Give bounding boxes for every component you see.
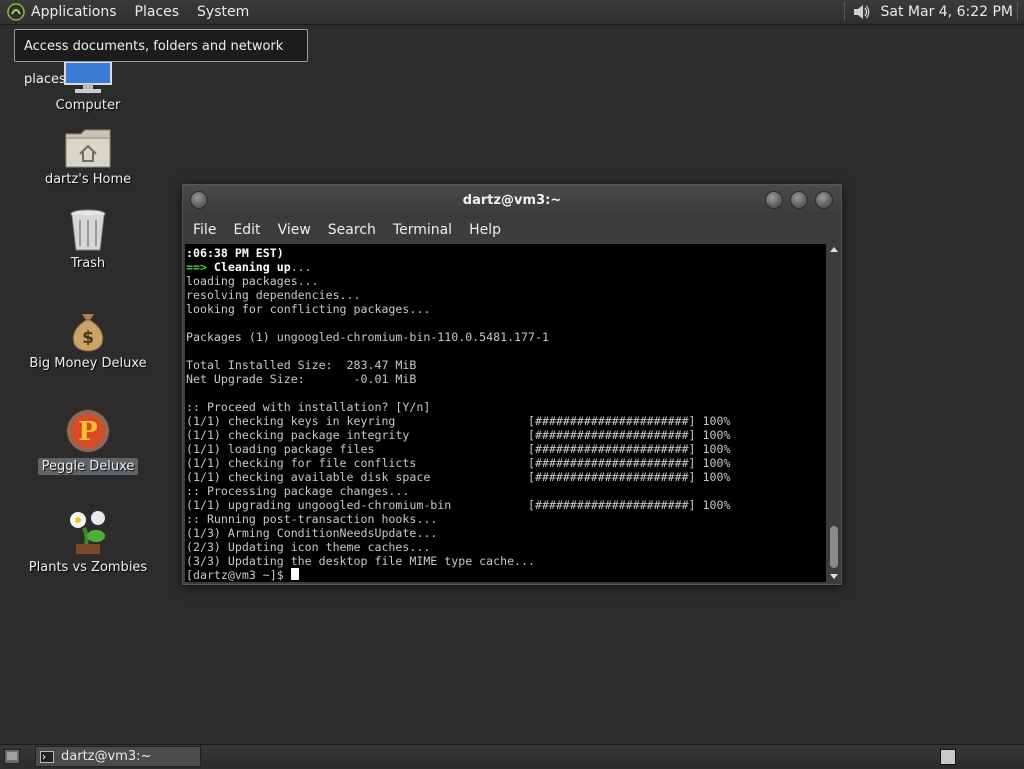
bottom-panel: dartz@vm3:~ xyxy=(0,744,1024,769)
terminal-menubar: File Edit View Search Terminal Help xyxy=(183,217,841,243)
terminal-window[interactable]: dartz@vm3:~ File Edit View Search Termin… xyxy=(182,184,842,585)
places-menu[interactable]: Places xyxy=(135,4,180,20)
svg-text:$: $ xyxy=(82,328,94,348)
menu-view[interactable]: View xyxy=(278,222,311,238)
top-panel: Applications Places System Sat Mar 4, 6:… xyxy=(0,0,1024,25)
desktop-icon-computer[interactable]: Computer xyxy=(13,62,163,114)
svg-text:P: P xyxy=(78,417,98,447)
desktop-icon-label: Peggle Deluxe xyxy=(38,458,139,475)
plants-icon xyxy=(64,506,112,556)
terminal-cursor xyxy=(291,568,299,580)
terminal-line: (1/3) Arming ConditionNeedsUpdate... xyxy=(186,526,437,540)
desktop-icon-big-money[interactable]: $ Big Money Deluxe xyxy=(13,310,163,372)
scroll-up-arrow-icon[interactable] xyxy=(830,247,838,252)
terminal-line: Net Upgrade Size: -0.01 MiB xyxy=(186,372,416,386)
peggle-icon: P xyxy=(64,407,112,455)
minimize-button[interactable] xyxy=(765,191,783,209)
home-folder-icon xyxy=(65,128,111,168)
terminal-line: resolving dependencies... xyxy=(186,288,361,302)
panel-separator xyxy=(844,3,847,21)
panel-tray: Sat Mar 4, 6:22 PM xyxy=(844,0,1024,24)
terminal-line: (1/1) upgrading ungoogled-chromium-bin [… xyxy=(186,498,730,512)
mate-logo-icon[interactable] xyxy=(7,3,25,21)
clock[interactable]: Sat Mar 4, 6:22 PM xyxy=(881,4,1014,20)
computer-icon xyxy=(63,62,113,94)
terminal-output[interactable]: :06:38 PM EST) ==> Cleaning up... loadin… xyxy=(185,244,826,582)
terminal-line: Packages (1) ungoogled-chromium-bin-110.… xyxy=(186,330,549,344)
panel-separator xyxy=(1017,3,1020,21)
close-button[interactable] xyxy=(815,191,833,209)
applications-menu[interactable]: Applications xyxy=(31,4,117,20)
money-bag-icon: $ xyxy=(68,310,108,352)
terminal-scrollbar[interactable] xyxy=(828,244,840,582)
desktop-icon-label: Big Money Deluxe xyxy=(25,355,150,372)
maximize-button[interactable] xyxy=(790,191,808,209)
desktop-icon-trash[interactable]: Trash xyxy=(13,208,163,272)
desktop-icon-label: Plants vs Zombies xyxy=(25,559,151,576)
terminal-prompt: [dartz@vm3 ~]$ xyxy=(186,568,291,582)
desktop-icon-home[interactable]: dartz's Home xyxy=(13,128,163,188)
workspace-switcher[interactable] xyxy=(940,749,956,765)
places-tooltip: Access documents, folders and network pl… xyxy=(14,29,308,62)
menu-file[interactable]: File xyxy=(193,222,216,238)
desktop-icon-peggle[interactable]: P Peggle Deluxe xyxy=(13,407,163,475)
desktop-icon-label: Computer xyxy=(52,97,125,114)
menu-edit[interactable]: Edit xyxy=(233,222,260,238)
window-title: dartz@vm3:~ xyxy=(183,193,841,208)
terminal-line: (1/1) checking for file conflicts [#####… xyxy=(186,456,730,470)
taskbar-button-label: dartz@vm3:~ xyxy=(61,749,151,764)
terminal-line-cleanup: ==> Cleaning up... xyxy=(186,260,312,274)
window-titlebar[interactable]: dartz@vm3:~ xyxy=(183,185,841,215)
terminal-line: :: Running post-transaction hooks... xyxy=(186,512,437,526)
desktop-icon-label: Trash xyxy=(67,255,109,272)
trash-icon xyxy=(68,208,108,252)
terminal-line: (2/3) Updating icon theme caches... xyxy=(186,540,430,554)
menu-help[interactable]: Help xyxy=(469,222,501,238)
terminal-line: loading packages... xyxy=(186,274,319,288)
show-desktop-icon[interactable] xyxy=(4,749,20,764)
terminal-line: :: Processing package changes... xyxy=(186,484,409,498)
terminal-line: looking for conflicting packages... xyxy=(186,302,430,316)
desktop-icon-label: dartz's Home xyxy=(41,171,135,188)
terminal-icon xyxy=(40,751,54,763)
terminal-line: (1/1) checking keys in keyring [########… xyxy=(186,414,730,428)
terminal-line: :: Proceed with installation? [Y/n] xyxy=(186,400,430,414)
menu-search[interactable]: Search xyxy=(328,222,376,238)
terminal-line: Total Installed Size: 283.47 MiB xyxy=(186,358,416,372)
volume-icon[interactable] xyxy=(851,2,871,22)
system-menu[interactable]: System xyxy=(197,4,249,20)
terminal-line: :06:38 PM EST) xyxy=(186,246,284,260)
scroll-down-arrow-icon[interactable] xyxy=(830,574,838,579)
scroll-thumb[interactable] xyxy=(830,526,838,568)
terminal-line: (1/1) checking package integrity [######… xyxy=(186,428,730,442)
taskbar-button-terminal[interactable]: dartz@vm3:~ xyxy=(35,746,201,767)
menu-terminal[interactable]: Terminal xyxy=(393,222,452,238)
terminal-line: (1/1) loading package files [###########… xyxy=(186,442,730,456)
desktop-icon-pvz[interactable]: Plants vs Zombies xyxy=(13,506,163,576)
terminal-line: (1/1) checking available disk space [###… xyxy=(186,470,730,484)
terminal-line: (3/3) Updating the desktop file MIME typ… xyxy=(186,554,535,568)
